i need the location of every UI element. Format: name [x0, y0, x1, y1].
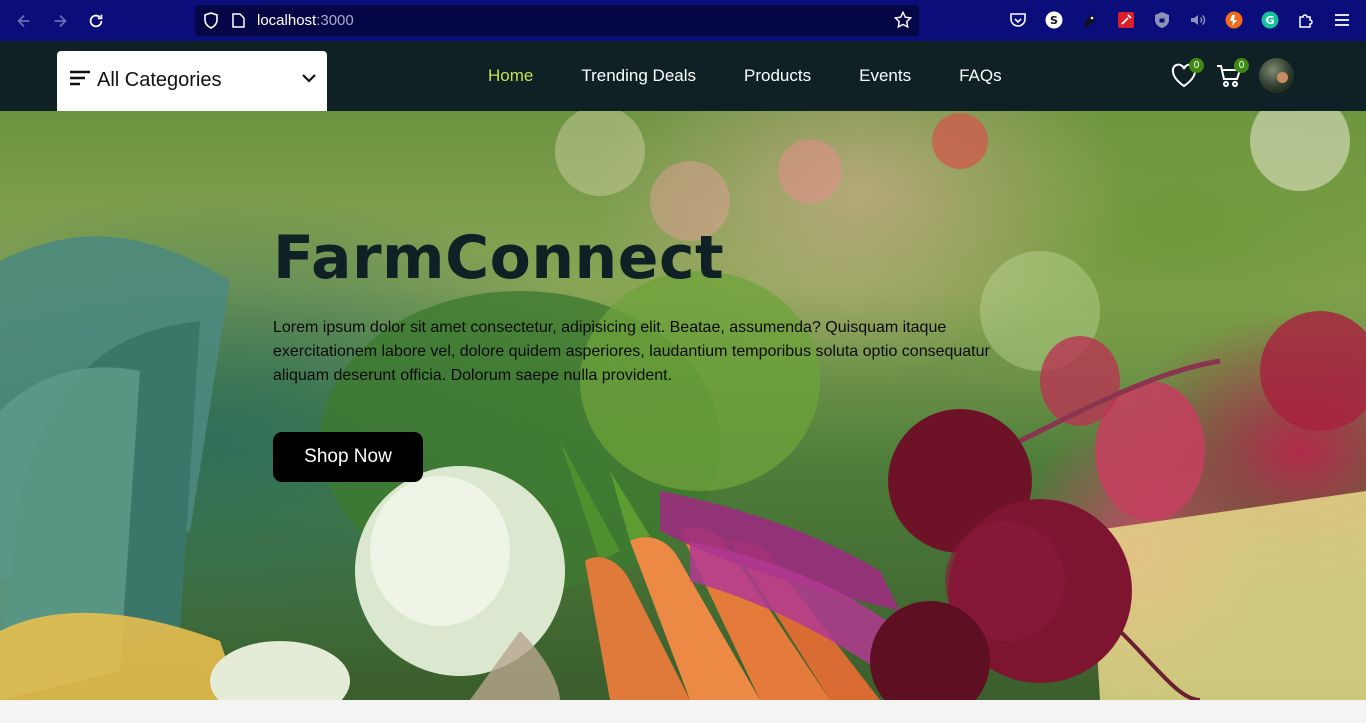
browser-toolbar: localhost:3000 S G [0, 0, 1366, 41]
hero-description: Lorem ipsum dolor sit amet consectetur, … [273, 316, 1053, 388]
user-avatar[interactable] [1259, 58, 1294, 93]
nav-trending-deals[interactable]: Trending Deals [581, 66, 696, 86]
mascot-icon [1084, 14, 1095, 27]
wishlist-button[interactable]: 0 [1170, 58, 1204, 90]
reload-button[interactable] [85, 10, 107, 32]
svg-text:G: G [1265, 14, 1274, 27]
wishlist-count-badge: 0 [1189, 58, 1204, 73]
nav-events[interactable]: Events [859, 66, 911, 86]
back-button[interactable] [13, 10, 35, 32]
sound-button[interactable] [1189, 11, 1207, 29]
vegetables-background-image [0, 111, 1366, 700]
speaker-icon [1191, 14, 1206, 26]
main-nav: Home Trending Deals Products Events FAQs [488, 66, 1050, 86]
page-icon [232, 13, 245, 28]
forward-icon [54, 14, 67, 28]
extension-privacy-button[interactable] [1153, 11, 1171, 29]
cart-button[interactable]: 0 [1215, 58, 1249, 90]
puzzle-icon [1299, 14, 1313, 28]
below-hero-section [0, 700, 1366, 723]
shop-now-button[interactable]: Shop Now [273, 432, 423, 482]
extension-mascot-button[interactable] [1081, 11, 1099, 29]
categories-label: All Categories [97, 69, 222, 91]
grammarly-button[interactable]: G [1261, 11, 1279, 29]
extension-color-picker-button[interactable] [1117, 11, 1135, 29]
extension-s-button[interactable]: S [1045, 11, 1063, 29]
menu-icon [1335, 14, 1349, 26]
svg-text:S: S [1050, 14, 1058, 27]
nav-home[interactable]: Home [488, 66, 533, 86]
grammarly-icon: G [1261, 11, 1279, 29]
star-icon[interactable] [894, 11, 912, 29]
hero-banner: FarmConnect Lorem ipsum dolor sit amet c… [0, 111, 1366, 700]
nav-faqs[interactable]: FAQs [959, 66, 1002, 86]
privacy-shield-icon [1155, 12, 1169, 28]
back-icon [17, 14, 30, 28]
pocket-button[interactable] [1009, 11, 1027, 29]
extension-icon: S [1045, 11, 1063, 29]
eyedropper-icon [1118, 12, 1134, 28]
cart-count-badge: 0 [1234, 58, 1249, 73]
extension-orange-button[interactable] [1225, 11, 1243, 29]
hamburger-icon [70, 70, 90, 86]
orange-extension-icon [1225, 11, 1243, 29]
url-text: localhost:3000 [257, 12, 354, 29]
hero-title: FarmConnect [273, 223, 725, 293]
all-categories-dropdown[interactable]: All Categories [57, 51, 327, 111]
extensions-button[interactable] [1297, 11, 1315, 29]
pocket-icon [1010, 13, 1026, 27]
browser-menu-button[interactable] [1333, 11, 1351, 29]
chevron-down-icon [302, 74, 316, 83]
hero-description-line-1: Lorem ipsum dolor sit amet consectetur, … [273, 319, 990, 360]
hero-description-line-2: aliquam deserunt officia. Dolorum saepe … [273, 367, 673, 384]
nav-products[interactable]: Products [744, 66, 811, 86]
reload-icon [89, 14, 103, 28]
shield-icon [204, 12, 218, 29]
site-header: All Categories Home Trending Deals Produ… [0, 41, 1366, 111]
forward-button[interactable] [49, 10, 71, 32]
address-bar[interactable]: localhost:3000 [195, 5, 919, 36]
